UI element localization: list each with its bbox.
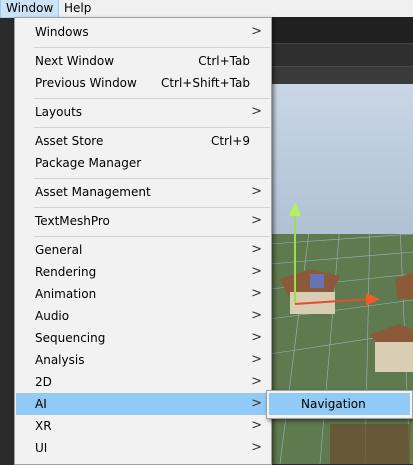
menubar-window[interactable]: Window [0,0,60,18]
menubar: Window Help [0,0,413,18]
menu-item-label: Package Manager [35,156,142,170]
menu-item-animation[interactable]: Animation > [16,283,270,305]
menu-item-layouts[interactable]: Layouts > [16,101,270,123]
submenu-arrow-icon: > [251,352,262,367]
menu-item-asset-store[interactable]: Asset Store Ctrl+9 [16,130,270,152]
menu-separator [34,98,270,99]
submenu-arrow-icon: > [251,440,262,455]
menu-item-label: AI [35,397,47,411]
menu-item-label: 2D [35,375,52,389]
menu-item-2d[interactable]: 2D > [16,371,270,393]
menu-item-label: TextMeshPro [35,214,110,228]
submenu-arrow-icon: > [251,308,262,323]
menu-item-shortcut: Ctrl+Tab [198,54,250,68]
menu-item-audio[interactable]: Audio > [16,305,270,327]
submenu-arrow-icon: > [251,264,262,279]
menu-item-label: Previous Window [35,76,137,90]
ai-submenu: Navigation [266,390,413,419]
menu-separator [34,47,270,48]
scene-tab-bar [270,43,413,67]
menu-item-sequencing[interactable]: Sequencing > [16,327,270,349]
menu-item-label: Animation [35,287,97,301]
submenu-item-label: Navigation [301,397,366,411]
window-menu: Windows > Next Window Ctrl+Tab Previous … [14,17,272,465]
menu-item-windows[interactable]: Windows > [16,21,270,43]
menu-item-label: Rendering [35,265,97,279]
menu-item-label: Next Window [35,54,115,68]
submenu-arrow-icon: > [251,330,262,345]
menu-item-label: Asset Store [35,134,104,148]
menu-separator [34,207,270,208]
submenu-arrow-icon: > [251,396,262,411]
menu-item-general[interactable]: General > [16,239,270,261]
menu-item-next-window[interactable]: Next Window Ctrl+Tab [16,50,270,72]
menu-item-previous-window[interactable]: Previous Window Ctrl+Shift+Tab [16,72,270,94]
submenu-arrow-icon: > [251,418,262,433]
menu-item-xr[interactable]: XR > [16,415,270,437]
menu-item-label: Layouts [35,105,83,119]
submenu-arrow-icon: > [251,104,262,119]
scene-toolbar [270,66,413,85]
menu-separator [34,127,270,128]
menu-item-label: UI [35,441,48,455]
menu-item-label: XR [35,419,52,433]
menu-item-asset-management[interactable]: Asset Management > [16,181,270,203]
menu-item-shortcut: Ctrl+Shift+Tab [160,76,250,90]
submenu-arrow-icon: > [251,24,262,39]
menu-item-analysis[interactable]: Analysis > [16,349,270,371]
submenu-arrow-icon: > [251,286,262,301]
menu-separator [34,236,270,237]
menu-item-label: General [35,243,83,257]
menu-item-label: Sequencing [35,331,106,345]
menu-item-label: Audio [35,309,70,323]
menu-separator [34,178,270,179]
menu-item-rendering[interactable]: Rendering > [16,261,270,283]
submenu-arrow-icon: > [251,213,262,228]
menu-item-package-manager[interactable]: Package Manager [16,152,270,174]
submenu-arrow-icon: > [251,242,262,257]
menu-item-label: Analysis [35,353,85,367]
submenu-arrow-icon: > [251,374,262,389]
menu-item-ai[interactable]: AI > [16,393,270,415]
submenu-arrow-icon: > [251,184,262,199]
menubar-help[interactable]: Help [59,0,96,17]
menu-item-shortcut: Ctrl+9 [210,134,250,148]
menu-item-textmeshpro[interactable]: TextMeshPro > [16,210,270,232]
editor-toolbar [270,17,413,43]
menu-item-label: Asset Management [35,185,151,199]
menu-item-label: Windows [35,25,89,39]
submenu-item-navigation[interactable]: Navigation [269,393,410,415]
menu-item-ui[interactable]: UI > [16,437,270,459]
